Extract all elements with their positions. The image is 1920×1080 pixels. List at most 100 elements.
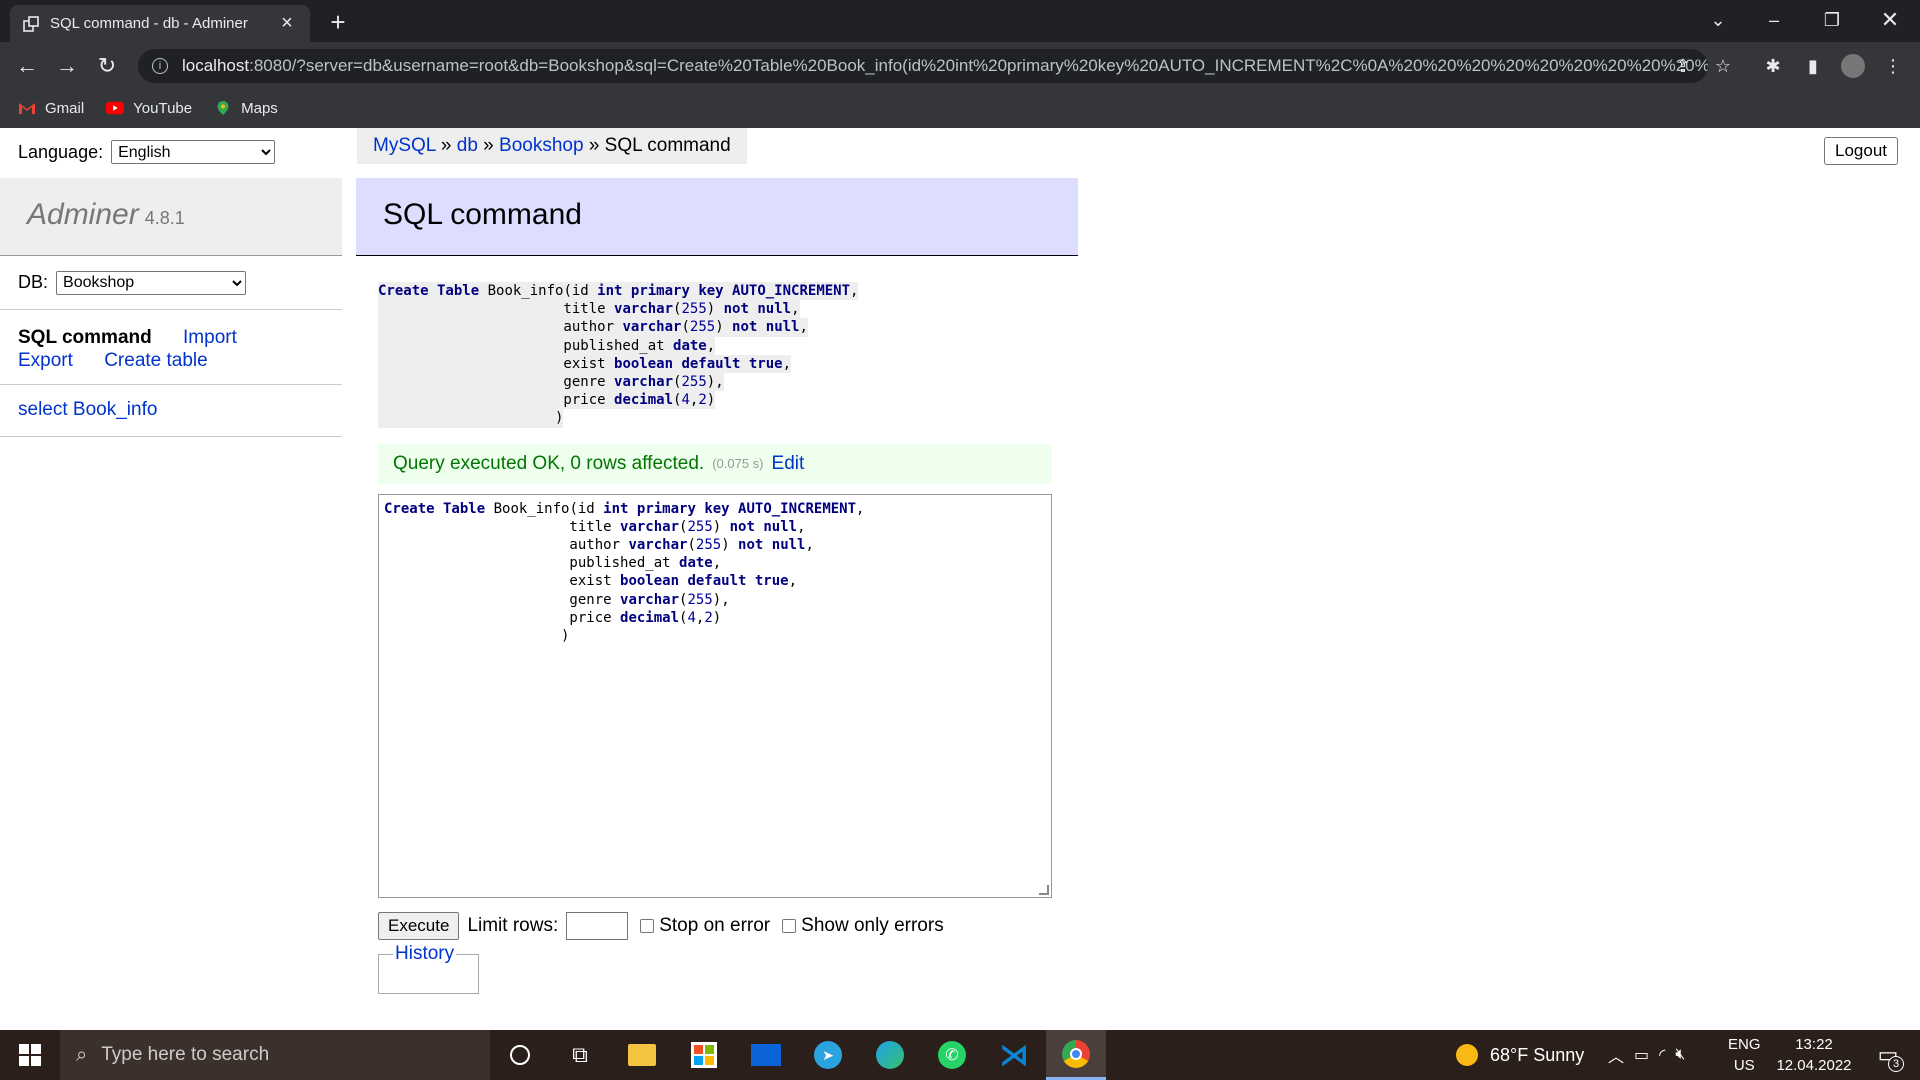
breadcrumb-mysql[interactable]: MySQL [373, 135, 436, 156]
browser-chrome: SQL command - db - Adminer × + ⌄ – ❐ ✕ ←… [0, 0, 1920, 128]
resize-grip-icon[interactable] [1039, 884, 1049, 895]
adminer-name[interactable]: Adminer [27, 198, 139, 231]
limit-rows-input[interactable] [566, 911, 629, 940]
tab-strip: SQL command - db - Adminer × + ⌄ – ❐ ✕ [0, 0, 1920, 42]
show-only-errors-checkbox[interactable] [782, 918, 797, 933]
breadcrumb-current: SQL command [604, 135, 731, 156]
profile-avatar[interactable] [1838, 51, 1868, 81]
extensions-icon[interactable]: ✱ [1758, 51, 1788, 81]
db-label: DB: [18, 272, 49, 292]
bookmarks-bar: Gmail YouTube Maps [0, 88, 1920, 128]
gmail-icon [19, 103, 35, 114]
notification-count: 3 [1888, 1056, 1904, 1072]
breadcrumb-db[interactable]: db [457, 135, 478, 156]
sql-line: author varchar(255) not null, [378, 318, 808, 337]
close-window-button[interactable]: ✕ [1862, 0, 1918, 40]
db-select[interactable]: Bookshop [56, 270, 247, 295]
bookmark-youtube[interactable]: YouTube [106, 100, 192, 117]
tab-close-icon[interactable]: × [276, 12, 298, 35]
minimize-button[interactable]: – [1746, 0, 1802, 40]
file-explorer-icon[interactable] [612, 1030, 672, 1080]
url-path: :8080/?server=db&username=root&db=Booksh… [249, 56, 1708, 75]
browser-toolbar: ← → ↻ i localhost:8080/?server=db&userna… [0, 42, 1920, 88]
breadcrumb-separator: » [477, 135, 500, 156]
store-icon[interactable] [674, 1030, 734, 1080]
reload-button[interactable]: ↻ [92, 51, 122, 81]
windows-start-button[interactable] [0, 1030, 60, 1080]
sql-line: ) [378, 409, 564, 428]
notifications-button[interactable]: ▭ 3 [1866, 1030, 1910, 1080]
export-link[interactable]: Export [18, 350, 73, 371]
query-time: (0.075 s) [712, 456, 764, 472]
edge-icon[interactable] [860, 1030, 920, 1080]
tables-list: select Book_info [0, 385, 342, 437]
stop-on-error-checkbox[interactable] [640, 918, 655, 933]
forward-button[interactable]: → [52, 51, 82, 81]
create-table-link[interactable]: Create table [104, 350, 208, 371]
logout-button[interactable]: Logout [1824, 137, 1898, 165]
menu-icon[interactable]: ⋮ [1878, 51, 1908, 81]
vscode-icon[interactable]: ⋊ [984, 1030, 1044, 1080]
bookmark-star-icon[interactable]: ☆ [1708, 51, 1738, 81]
select-table-link[interactable]: select Book_info [18, 399, 157, 420]
lang-code: ENG [1728, 1036, 1761, 1053]
breadcrumb: MySQL » db » Bookshop » SQL command [357, 128, 747, 164]
side-panel-icon[interactable]: ▮ [1798, 51, 1828, 81]
youtube-icon [106, 101, 125, 115]
executed-sql: Create Table Book_info(id int primary ke… [378, 282, 1078, 428]
sql-editor[interactable]: Create Table Book_info(id int primary ke… [378, 493, 1052, 898]
bookmark-label: Gmail [45, 99, 85, 117]
history-link[interactable]: History [393, 942, 457, 965]
wifi-icon[interactable]: ◜ [1659, 1045, 1665, 1065]
edit-link[interactable]: Edit [772, 453, 805, 475]
bookmark-gmail[interactable]: Gmail [18, 100, 84, 117]
adminer-version: 4.8.1 [144, 208, 185, 228]
task-view-icon[interactable]: ⧉ [550, 1030, 610, 1080]
sql-line: title varchar(255) not null, [378, 300, 800, 319]
site-info-icon[interactable]: i [152, 58, 168, 74]
language-select[interactable]: English [111, 140, 276, 164]
success-message: Query executed OK, 0 rows affected. (0.0… [378, 443, 1052, 484]
chrome-icon[interactable] [1046, 1030, 1106, 1080]
adminer-favicon-icon [22, 15, 40, 33]
restore-button[interactable]: ❐ [1804, 0, 1860, 40]
bookmark-maps[interactable]: Maps [214, 100, 278, 117]
tab-search-icon[interactable]: ⌄ [1690, 0, 1746, 40]
system-tray: ︿ ▭ ◜ 🔇︎ [1608, 1030, 1685, 1080]
breadcrumb-separator: » [583, 135, 605, 156]
cortana-icon[interactable] [490, 1030, 550, 1080]
lang-region: US [1733, 1057, 1755, 1074]
share-icon[interactable]: ⇪ [1668, 51, 1698, 81]
import-link[interactable]: Import [183, 327, 237, 348]
taskbar-search[interactable]: ⌕ Type here to search [60, 1030, 490, 1080]
chevron-up-icon[interactable]: ︿ [1608, 1043, 1624, 1067]
execute-button[interactable]: Execute [378, 911, 460, 940]
sql-line: published_at date, [378, 336, 716, 355]
whatsapp-icon[interactable]: ✆ [922, 1030, 982, 1080]
show-only-errors-label[interactable]: Show only errors [801, 915, 944, 937]
adminer-page: Language: English Adminer 4.8.1 DB: Books… [0, 128, 1920, 1030]
volume-muted-icon[interactable]: 🔇︎ [1675, 1046, 1685, 1064]
adminer-logo[interactable]: Adminer 4.8.1 [0, 178, 342, 256]
breadcrumb-bookshop[interactable]: Bookshop [499, 135, 584, 156]
stop-on-error-label[interactable]: Stop on error [659, 915, 770, 937]
limit-rows-label: Limit rows: [467, 914, 559, 936]
new-tab-button[interactable]: + [324, 7, 352, 37]
mail-icon[interactable] [736, 1030, 796, 1080]
battery-icon[interactable]: ▭ [1634, 1045, 1649, 1065]
language-label: Language: [18, 141, 104, 162]
sql-command-link[interactable]: SQL command [18, 327, 152, 348]
message-text: Query executed OK, 0 rows affected. [393, 452, 705, 474]
sql-line: exist boolean default true, [378, 354, 792, 374]
execute-row: Execute Limit rows: Stop on error Show o… [378, 911, 1078, 940]
history-fieldset: History [378, 942, 479, 994]
clock[interactable]: 13:22 12.04.2022 [1776, 1030, 1852, 1080]
main-content: SQL command Create Table Book_info(id in… [356, 178, 1078, 994]
browser-tab[interactable]: SQL command - db - Adminer × [10, 5, 310, 42]
windows-icon [19, 1044, 41, 1066]
address-bar[interactable]: i localhost:8080/?server=db&username=roo… [138, 49, 1708, 83]
input-language[interactable]: ENG US [1728, 1030, 1761, 1080]
weather-widget[interactable]: 68°F Sunny [1456, 1030, 1584, 1080]
telegram-icon[interactable]: ➤ [798, 1030, 858, 1080]
back-button[interactable]: ← [12, 51, 42, 81]
